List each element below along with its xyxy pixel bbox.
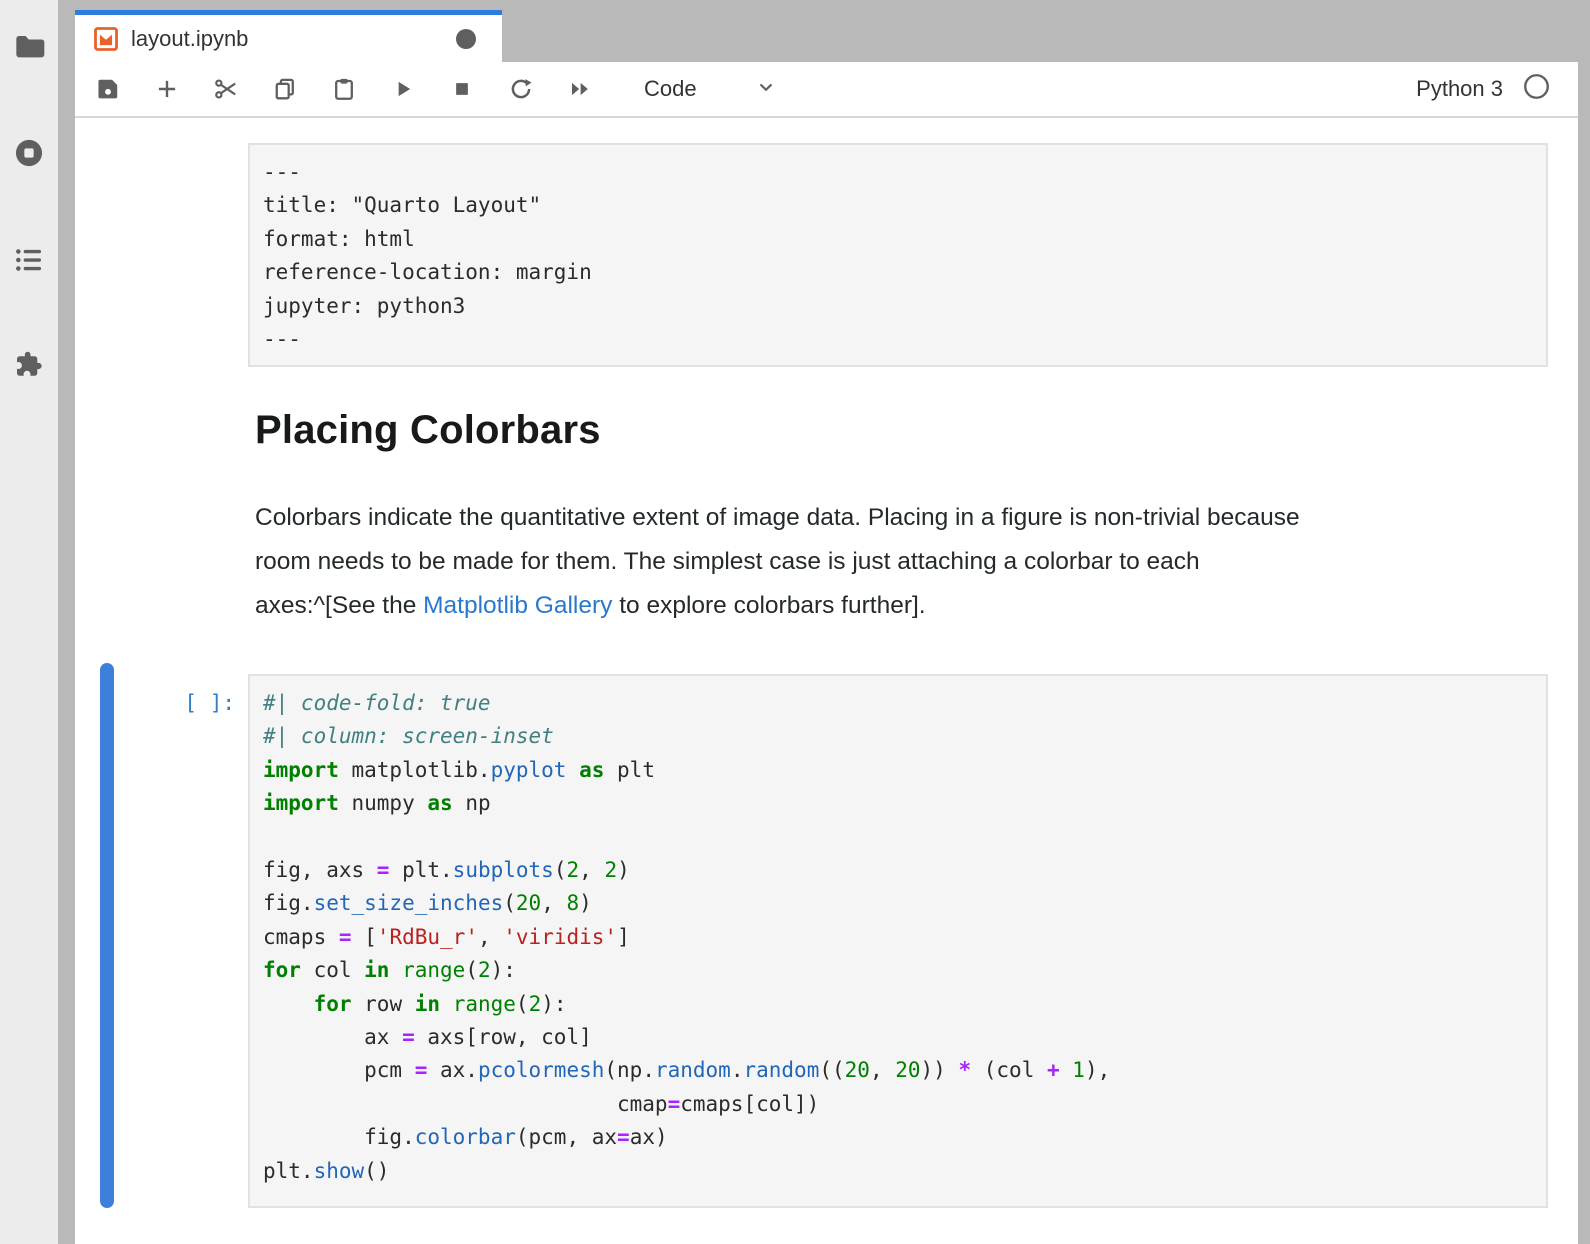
notebook-toolbar: Code Python 3: [75, 62, 1578, 118]
code-line: for row in range(2):: [263, 988, 1533, 1021]
code-line: [263, 821, 1533, 854]
paste-cells-button[interactable]: [331, 76, 357, 102]
paragraph-line-3-pre: axes:^[See the: [255, 592, 423, 619]
code-line: import matplotlib.pyplot as plt: [263, 754, 1533, 787]
sidebar-item-file-browser[interactable]: [0, 18, 58, 78]
raw-cell-text: --- title: "Quarto Layout" format: html …: [263, 156, 1533, 356]
markdown-paragraph: Colorbars indicate the quantitative exte…: [255, 496, 1555, 628]
active-cell-collapser[interactable]: [100, 663, 114, 1208]
kernel-status-idle-icon: [1523, 73, 1550, 105]
extensions-icon: [13, 348, 45, 385]
code-line: fig.set_size_inches(20, 8): [263, 887, 1533, 920]
activity-sidebar: [0, 0, 58, 1244]
code-line: ax = axs[row, col]: [263, 1021, 1533, 1054]
code-editor[interactable]: #| code-fold: true#| column: screen-inse…: [248, 674, 1548, 1208]
notebook-file-icon: [93, 26, 119, 52]
sidebar-item-table-of-contents[interactable]: [0, 232, 58, 292]
main-panel: layout.ipynb: [75, 0, 1578, 1244]
chevron-down-icon: [697, 76, 777, 103]
cell-type-dropdown[interactable]: Code: [644, 76, 777, 103]
code-line: pcm = ax.pcolormesh(np.random.random((20…: [263, 1054, 1533, 1087]
table-of-contents-icon: [13, 244, 45, 281]
kernel-name[interactable]: Python 3: [1416, 76, 1503, 102]
cell-type-value: Code: [644, 76, 697, 102]
code-line: fig.colorbar(pcm, ax=ax): [263, 1121, 1533, 1154]
folder-icon: [13, 30, 45, 67]
restart-kernel-button[interactable]: [508, 76, 534, 102]
run-cell-button[interactable]: [390, 76, 416, 102]
kernel-indicator: Python 3: [1416, 73, 1550, 105]
tab-layout-ipynb[interactable]: layout.ipynb: [75, 10, 502, 62]
matplotlib-gallery-link[interactable]: Matplotlib Gallery: [423, 592, 612, 619]
tab-title: layout.ipynb: [131, 26, 248, 52]
section-heading: Placing Colorbars: [255, 408, 601, 453]
paragraph-line-3-post: to explore colorbars further].: [612, 592, 925, 619]
paragraph-line-2: room needs to be made for them. The simp…: [255, 540, 1555, 584]
sidebar-item-extensions[interactable]: [0, 336, 58, 396]
restart-run-all-button[interactable]: [567, 76, 593, 102]
copy-cells-button[interactable]: [272, 76, 298, 102]
paragraph-line-1: Colorbars indicate the quantitative exte…: [255, 496, 1555, 540]
running-kernels-icon: [13, 137, 45, 174]
interrupt-kernel-button[interactable]: [449, 76, 475, 102]
code-line: fig, axs = plt.subplots(2, 2): [263, 854, 1533, 887]
input-prompt: [ ]:: [135, 687, 235, 720]
insert-cell-button[interactable]: [154, 76, 180, 102]
tab-bar: layout.ipynb: [75, 0, 1590, 62]
code-line: #| code-fold: true: [263, 687, 1533, 720]
paragraph-line-3: axes:^[See the Matplotlib Gallery to exp…: [255, 584, 1555, 628]
raw-cell-yaml-frontmatter[interactable]: --- title: "Quarto Layout" format: html …: [248, 143, 1548, 367]
sidebar-item-running-kernels[interactable]: [0, 125, 58, 185]
code-line: plt.show(): [263, 1155, 1533, 1188]
code-line: cmap=cmaps[col]): [263, 1088, 1533, 1121]
cut-cells-button[interactable]: [213, 76, 239, 102]
unsaved-changes-indicator[interactable]: [456, 29, 476, 49]
save-button[interactable]: [95, 76, 121, 102]
code-line: cmaps = ['RdBu_r', 'viridis']: [263, 921, 1533, 954]
notebook-content: --- title: "Quarto Layout" format: html …: [75, 118, 1578, 1244]
code-line: for col in range(2):: [263, 954, 1533, 987]
code-line: #| column: screen-inset: [263, 720, 1533, 753]
code-line: import numpy as np: [263, 787, 1533, 820]
